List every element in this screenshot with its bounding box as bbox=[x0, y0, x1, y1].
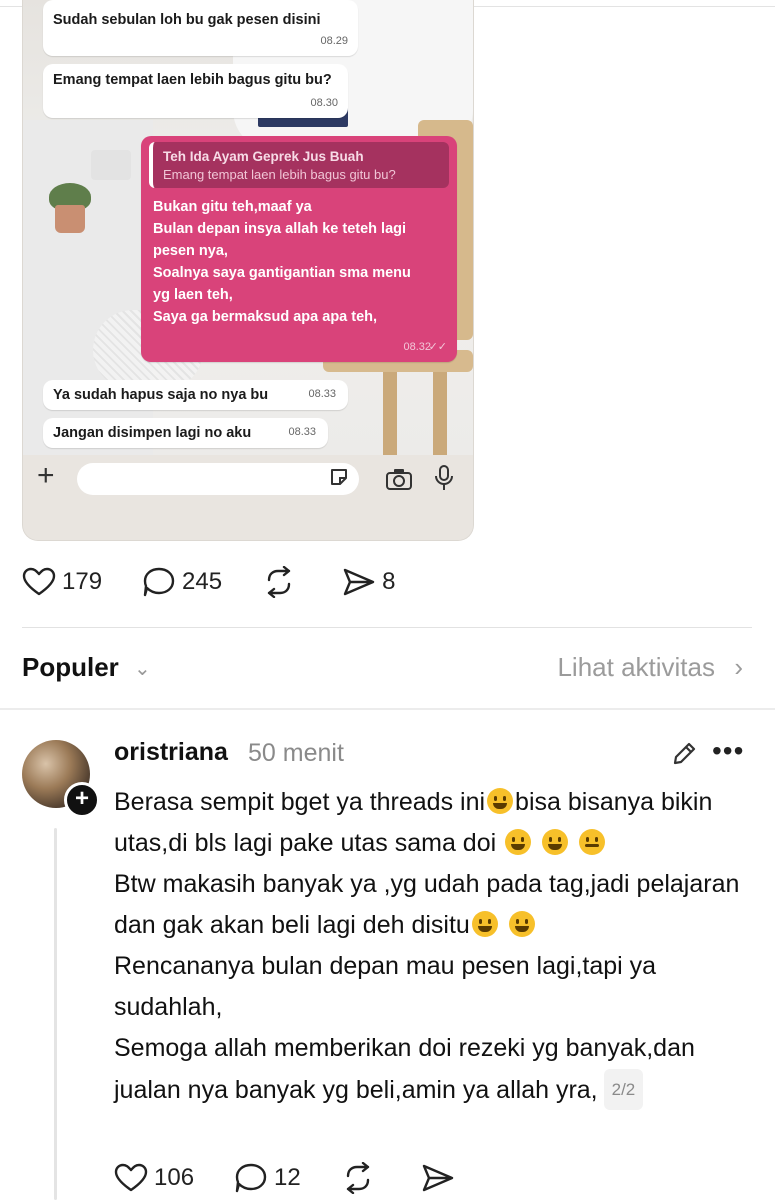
chat-bubble-text: Sudah sebulan loh bu gak pesen disini bbox=[53, 12, 321, 28]
like-button[interactable]: 106 bbox=[114, 1163, 194, 1193]
mic-icon bbox=[435, 465, 453, 490]
chat-bubble-text: Emang tempat laen lebih bagus gitu bu? bbox=[53, 72, 332, 88]
sweat-smile-emoji-icon bbox=[487, 788, 514, 814]
read-check-icon: ✓✓ bbox=[428, 341, 447, 353]
post-paragraph: Rencananya bulan depan mau pesen lagi,ta… bbox=[114, 952, 657, 1021]
reply-line: pesen nya, bbox=[153, 243, 228, 259]
chat-composer: + bbox=[23, 455, 473, 540]
header-divider bbox=[0, 708, 775, 710]
crying-emoji-icon bbox=[579, 829, 606, 855]
chat-bubble-incoming: Ya sudah hapus saja no nya bu 08.33 bbox=[43, 380, 348, 410]
post-paragraph: Btw makasih banyak ya ,yg udah pada tag,… bbox=[114, 864, 754, 946]
sort-dropdown-label[interactable]: Populer bbox=[22, 652, 119, 683]
plus-icon: + bbox=[37, 459, 55, 492]
chat-bubble-outgoing-reply: Teh Ida Ayam Geprek Jus Buah Emang tempa… bbox=[141, 136, 457, 362]
chair-leg bbox=[433, 372, 447, 455]
chat-bubble-incoming: Jangan disimpen lagi no aku 08.33 bbox=[43, 418, 328, 448]
follow-plus-icon[interactable]: + bbox=[64, 782, 100, 818]
post-action-bar: 179 245 8 bbox=[22, 566, 435, 598]
comment-icon bbox=[143, 567, 175, 597]
reply-line: yg laen teh, bbox=[153, 287, 233, 303]
camera-icon bbox=[386, 469, 412, 490]
smiley-emoji-icon bbox=[542, 829, 569, 855]
chat-bubble-time: 08.30 bbox=[310, 97, 338, 109]
like-count: 106 bbox=[154, 1164, 195, 1191]
comment-button[interactable]: 245 bbox=[142, 566, 222, 598]
thread-line bbox=[54, 828, 57, 1200]
comment-count: 245 bbox=[182, 568, 223, 595]
quoted-message: Teh Ida Ayam Geprek Jus Buah Emang tempa… bbox=[149, 142, 449, 188]
section-divider bbox=[22, 627, 752, 628]
send-icon bbox=[422, 1164, 453, 1192]
chat-bubble-incoming: Sudah sebulan loh bu gak pesen disini 08… bbox=[43, 0, 358, 56]
comment-icon bbox=[235, 1163, 267, 1193]
smiley-emoji-icon bbox=[505, 829, 532, 855]
chat-bubble-text: Jangan disimpen lagi no aku bbox=[53, 425, 252, 441]
message-field bbox=[77, 463, 359, 495]
quoted-text: Emang tempat laen lebih bagus gitu bu? bbox=[163, 167, 396, 182]
post-timestamp: 50 menit bbox=[248, 739, 344, 767]
plant-pot bbox=[55, 205, 85, 233]
repost-icon bbox=[267, 566, 291, 598]
background-shelf bbox=[91, 150, 131, 180]
quoted-sender: Teh Ida Ayam Geprek Jus Buah bbox=[163, 149, 364, 164]
heart-icon bbox=[22, 567, 56, 596]
post-body: Berasa sempit bget ya threads ini bisa bi… bbox=[114, 782, 754, 1111]
like-count: 179 bbox=[62, 568, 103, 595]
repost-button[interactable] bbox=[262, 566, 302, 598]
pencil-icon[interactable] bbox=[670, 740, 698, 768]
chat-background-photo: Sudah sebulan loh bu gak pesen disini 08… bbox=[23, 0, 473, 455]
more-icon[interactable]: ••• bbox=[712, 735, 744, 767]
chat-bubble-time: 08.32 bbox=[403, 341, 431, 353]
chair-leg bbox=[383, 372, 397, 455]
laughing-emoji-icon bbox=[471, 911, 498, 937]
reply-line: Saya ga bermaksud apa apa teh, bbox=[153, 309, 378, 325]
chevron-down-icon[interactable]: ⌄ bbox=[134, 656, 151, 681]
repost-button[interactable] bbox=[341, 1162, 381, 1194]
reply-line: Bukan gitu teh,maaf ya bbox=[153, 199, 312, 215]
chevron-right-icon[interactable]: › bbox=[734, 652, 743, 683]
chat-bubble-time: 08.33 bbox=[308, 388, 336, 400]
view-activity-link[interactable]: Lihat aktivitas bbox=[557, 652, 715, 683]
post-paragraph: Berasa sempit bget ya threads ini bisa bi… bbox=[114, 782, 754, 864]
chat-bubble-text: Ya sudah hapus saja no nya bu bbox=[53, 387, 269, 403]
page-indicator-badge: 2/2 bbox=[603, 1069, 644, 1110]
send-icon bbox=[343, 568, 375, 596]
username[interactable]: oristriana bbox=[114, 738, 228, 767]
reply-line: Bulan depan insya allah ke teteh lagi bbox=[153, 221, 407, 237]
like-button[interactable]: 179 bbox=[22, 567, 102, 597]
laughing-emoji-icon bbox=[508, 911, 535, 937]
comment-button[interactable]: 12 bbox=[234, 1162, 301, 1194]
post-text: Btw makasih banyak ya ,yg udah pada tag,… bbox=[114, 870, 740, 939]
heart-icon bbox=[114, 1163, 148, 1192]
chat-bubble-incoming: Emang tempat laen lebih bagus gitu bu? 0… bbox=[43, 64, 348, 118]
chat-screenshot-image[interactable]: Sudah sebulan loh bu gak pesen disini 08… bbox=[22, 0, 474, 541]
post-text: Berasa sempit bget ya threads ini bbox=[114, 788, 486, 816]
post-paragraph: Semoga allah memberikan doi rezeki yg ba… bbox=[114, 1028, 754, 1111]
reply-line: Soalnya saya gantigantian sma menu bbox=[153, 265, 411, 281]
sticker-icon bbox=[331, 469, 347, 485]
share-button[interactable]: 8 bbox=[342, 567, 395, 597]
reply-action-bar: 106 12 bbox=[114, 1162, 501, 1194]
chat-bubble-time: 08.33 bbox=[288, 426, 316, 438]
reply-body: Bukan gitu teh,maaf ya Bulan depan insya… bbox=[149, 188, 449, 328]
chat-bubble-time: 08.29 bbox=[320, 35, 348, 47]
share-button[interactable] bbox=[421, 1163, 461, 1193]
repost-icon bbox=[346, 1162, 369, 1194]
share-count: 8 bbox=[382, 568, 396, 595]
comment-count: 12 bbox=[274, 1164, 301, 1191]
